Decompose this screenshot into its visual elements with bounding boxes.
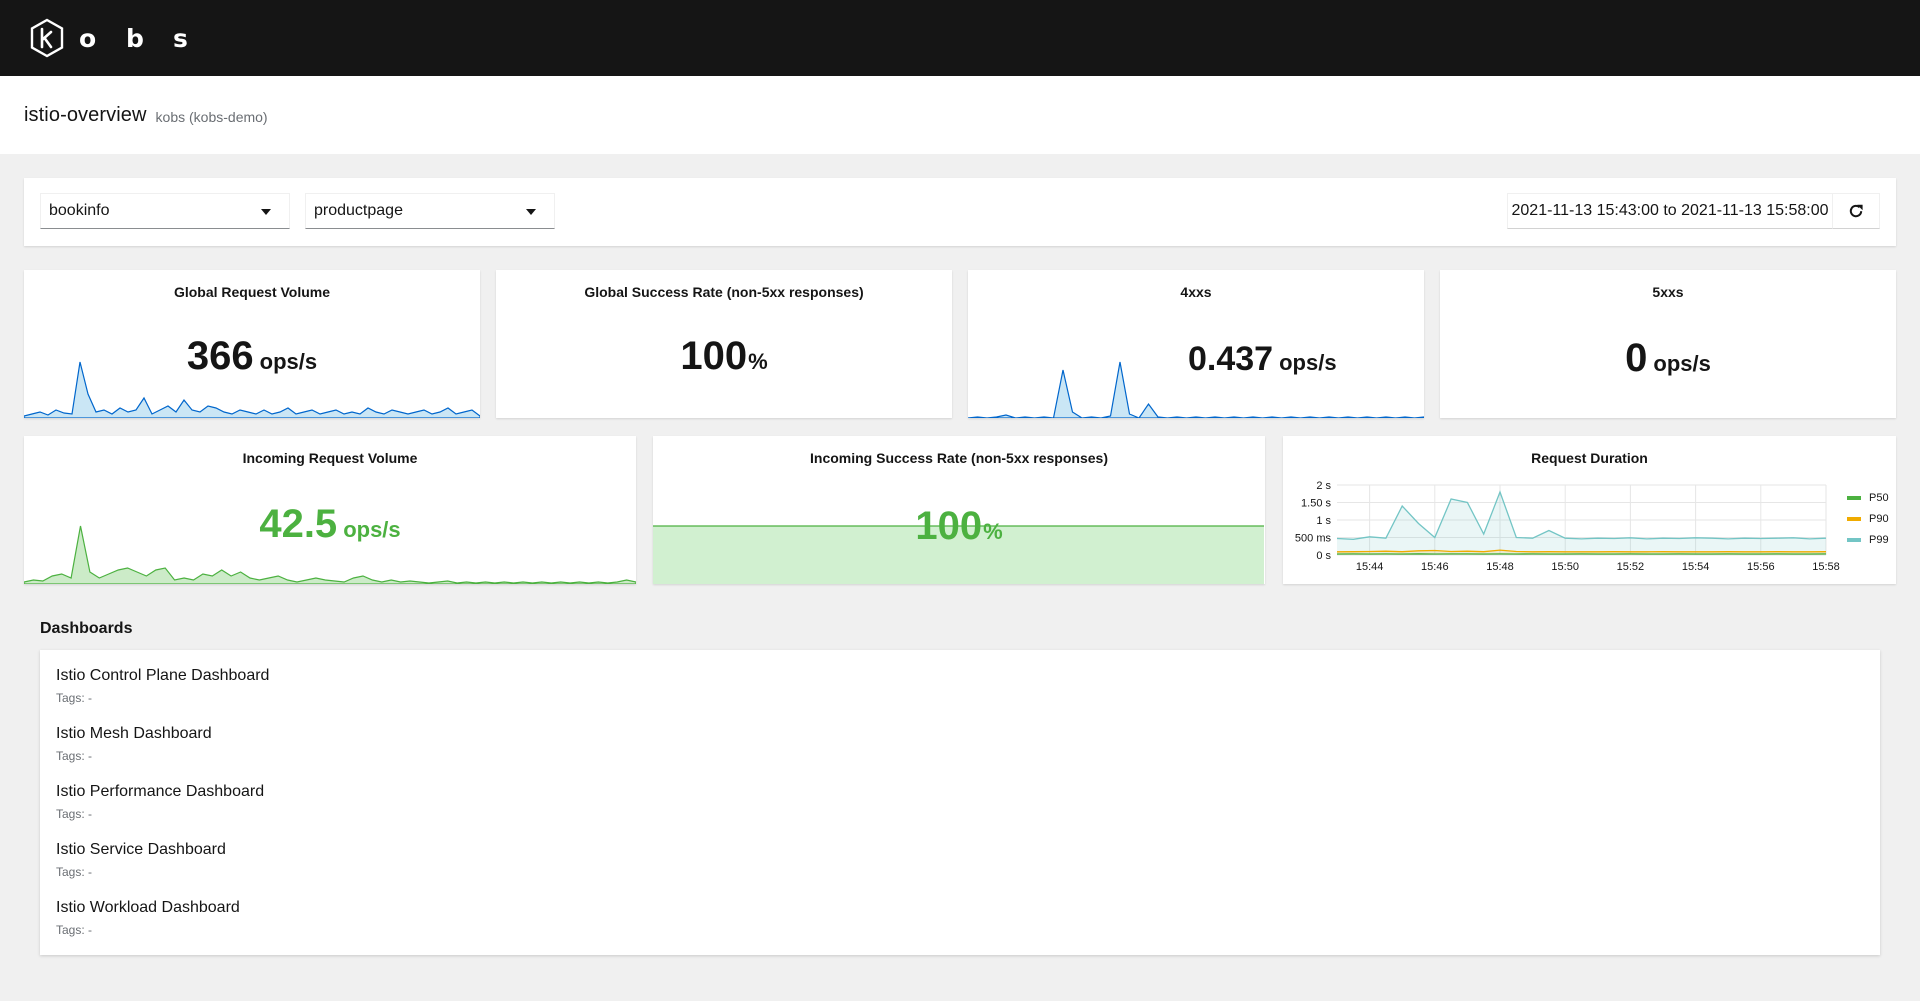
y-tick-label: 2 s: [1316, 480, 1331, 492]
dashboard-list-item[interactable]: Istio Control Plane Dashboard Tags: -: [40, 667, 1880, 725]
x-tick-label: 15:58: [1812, 561, 1840, 573]
dashboard-list-item[interactable]: Istio Performance Dashboard Tags: -: [40, 783, 1880, 841]
namespace-select[interactable]: bookinfo: [40, 193, 290, 229]
dashboard-list-item[interactable]: Istio Service Dashboard Tags: -: [40, 841, 1880, 899]
dashboard-name[interactable]: Istio Workload Dashboard: [56, 899, 1880, 917]
logo-letter: o: [79, 23, 97, 53]
dashboard-tags: Tags: -: [56, 923, 93, 937]
5xx-panel: 5xxs 0 ops/s: [1440, 270, 1896, 418]
dashboard-name[interactable]: Istio Control Plane Dashboard: [56, 667, 1880, 685]
dashboard-tags: Tags: -: [56, 807, 93, 821]
panel-title: 5xxs: [1652, 284, 1684, 300]
kobs-logo-icon[interactable]: [29, 18, 65, 58]
global-request-volume-panel: Global Request Volume 366 ops/s: [24, 270, 480, 418]
refresh-button[interactable]: [1832, 193, 1880, 229]
page-title: istio-overview: [24, 103, 147, 126]
caret-down-icon: [261, 209, 271, 215]
logo-wordmark: o b s: [79, 24, 220, 53]
dashboards-list: Istio Control Plane Dashboard Tags: - Is…: [40, 650, 1880, 955]
incoming-request-volume-panel: Incoming Request Volume 42.5 ops/s: [24, 436, 636, 584]
legend-item-p90[interactable]: P90: [1847, 508, 1889, 529]
time-range-label: 2021-11-13 15:43:00 to 2021-11-13 15:58:…: [1511, 202, 1829, 219]
y-tick-label: 0 s: [1316, 550, 1331, 562]
page-header: istio-overview kobs (kobs-demo): [0, 76, 1920, 154]
4xx-panel: 4xxs 0.437 ops/s: [968, 270, 1424, 418]
x-tick-label: 15:54: [1682, 561, 1710, 573]
dashboard-tags: Tags: -: [56, 865, 93, 879]
dashboard-name[interactable]: Istio Performance Dashboard: [56, 783, 1880, 801]
stat-value: 100%: [680, 334, 768, 378]
logo-letter: s: [173, 23, 188, 53]
namespace-select-value: bookinfo: [49, 202, 110, 219]
y-tick-label: 1.50 s: [1301, 498, 1331, 510]
legend-item-p99[interactable]: P99: [1847, 529, 1889, 550]
request-duration-chart: 2 s 1.50 s 1 s 500 ms 0 s 15:44 15:46 15:48 15:5…: [1295, 480, 1840, 573]
time-range-button[interactable]: 2021-11-13 15:43:00 to 2021-11-13 15:58:…: [1507, 193, 1833, 229]
dashboards-heading: Dashboards: [40, 620, 133, 637]
chart-legend: P50 P90 P99: [1847, 487, 1889, 550]
stat-value: 366 ops/s: [186, 334, 318, 378]
application-select-value: productpage: [314, 202, 403, 219]
x-tick-label: 15:56: [1747, 561, 1775, 573]
x-tick-label: 15:46: [1421, 561, 1449, 573]
dashboard-list-item[interactable]: Istio Workload Dashboard Tags: -: [40, 899, 1880, 957]
y-tick-label: 500 ms: [1295, 533, 1332, 545]
page-subtitle: kobs (kobs-demo): [155, 109, 268, 125]
global-success-rate-panel: Global Success Rate (non-5xx responses) …: [496, 270, 952, 418]
dashboard-list-item[interactable]: Istio Mesh Dashboard Tags: -: [40, 725, 1880, 783]
stat-value: 0.437 ops/s: [1188, 340, 1337, 378]
x-tick-label: 15:52: [1617, 561, 1645, 573]
refresh-icon: [1849, 204, 1863, 218]
stat-value: 42.5 ops/s: [259, 502, 401, 546]
stat-value: 100%: [915, 504, 1003, 548]
request-duration-panel: Request Duration 2 s 1.50 s1 s 500 ms 0 s 15…: [1283, 436, 1896, 584]
legend-item-p50[interactable]: P50: [1847, 487, 1889, 508]
incoming-success-rate-panel: Incoming Success Rate (non-5xx responses…: [653, 436, 1265, 584]
dashboard-name[interactable]: Istio Mesh Dashboard: [56, 725, 1880, 743]
series-area-p99: [1337, 492, 1826, 555]
logo-letter: b: [126, 23, 144, 53]
stat-value: 0 ops/s: [1625, 336, 1711, 380]
caret-down-icon: [526, 209, 536, 215]
application-select[interactable]: productpage: [305, 193, 555, 229]
dashboard-name[interactable]: Istio Service Dashboard: [56, 841, 1880, 859]
masthead: o b s: [0, 0, 1920, 76]
dashboard-tags: Tags: -: [56, 749, 93, 763]
variables-toolbar: bookinfo productpage 2021-11-13 15:43:00…: [24, 178, 1896, 246]
x-tick-label: 15:50: [1551, 561, 1579, 573]
y-tick-label: 1 s: [1316, 515, 1331, 527]
x-tick-label: 15:48: [1486, 561, 1514, 573]
dashboard-tags: Tags: -: [56, 691, 93, 705]
x-tick-label: 15:44: [1356, 561, 1384, 573]
panel-title: Global Success Rate (non-5xx responses): [584, 284, 864, 300]
